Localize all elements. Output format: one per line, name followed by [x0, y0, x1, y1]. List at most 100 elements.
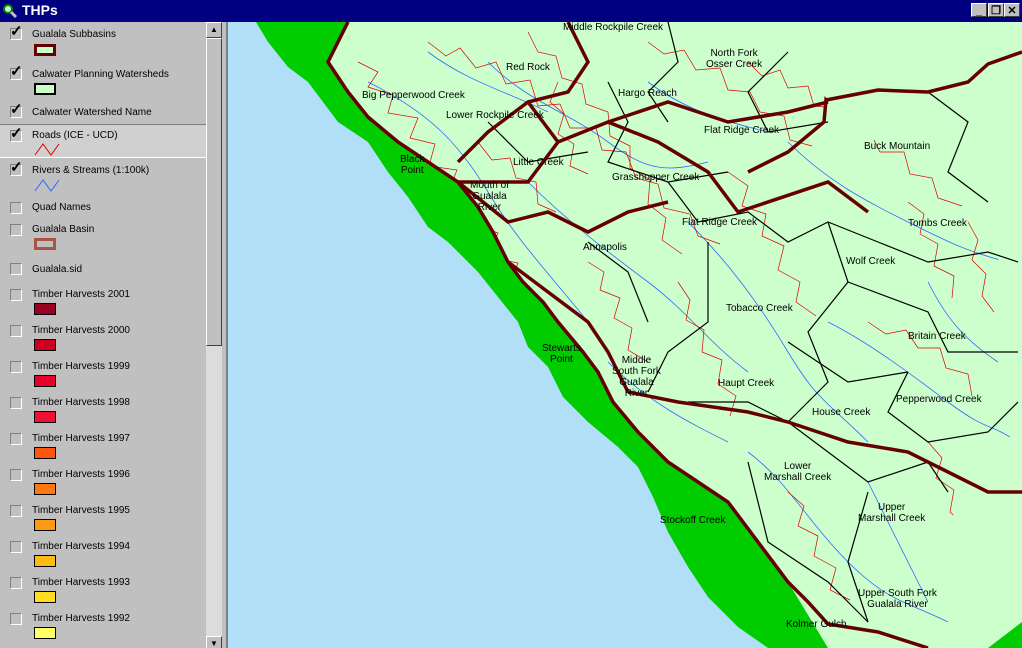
- map-label-middle-south-fork-gualala-river: Middle South Fork Gualala River: [612, 355, 661, 399]
- minimize-icon: _: [975, 5, 983, 17]
- scroll-thumb[interactable]: [206, 38, 222, 346]
- layer-name: Gualala Basin: [32, 224, 95, 235]
- harvest-color-swatch: [34, 303, 56, 315]
- map-label-big-pepperwood-creek: Big Pepperwood Creek: [362, 90, 465, 101]
- layer-checkbox[interactable]: ✓: [10, 160, 23, 176]
- map-label-house-creek: House Creek: [812, 407, 871, 418]
- map-label-haupt-creek: Haupt Creek: [718, 378, 775, 389]
- harvest-color-swatch: [34, 447, 56, 459]
- layer-name: Calwater Planning Watersheds: [32, 69, 169, 80]
- scroll-down-button[interactable]: ▼: [206, 636, 222, 648]
- harvest-color-swatch: [34, 627, 56, 639]
- layer-name: Timber Harvests 1996: [32, 469, 130, 480]
- magnifier-icon: [3, 4, 18, 19]
- layer-timber-harvests-1997[interactable]: Timber Harvests 1997: [0, 426, 206, 462]
- map-label-north-fork-osser-creek: North Fork Osser Creek: [706, 48, 763, 70]
- harvest-color-swatch: [34, 555, 56, 567]
- layer-rivers-streams[interactable]: ✓ Rivers & Streams (1:100k): [0, 158, 206, 196]
- map-label-stockoff-creek: Stockoff Creek: [660, 515, 726, 526]
- map-label-upper-marshall-creek: Upper Marshall Creek: [858, 502, 926, 524]
- harvest-color-swatch: [34, 375, 56, 387]
- layer-timber-harvests-1994[interactable]: Timber Harvests 1994: [0, 534, 206, 570]
- table-of-contents: ✓ Gualala Subbasins ✓ Calwater Planning …: [0, 22, 228, 648]
- layer-name: Gualala.sid: [32, 264, 83, 275]
- layer-checkbox[interactable]: [10, 263, 22, 275]
- checkmark-icon: ✓: [10, 23, 23, 40]
- arrow-up-icon: ▲: [210, 25, 218, 34]
- layer-name: Calwater Watershed Name: [32, 107, 152, 118]
- map-label-flat-ridge-creek-north: Flat Ridge Creek: [704, 125, 780, 136]
- layer-gualala-subbasins[interactable]: ✓ Gualala Subbasins: [0, 22, 206, 62]
- layer-checkbox[interactable]: ✓: [10, 64, 23, 80]
- layer-timber-harvests-1998[interactable]: Timber Harvests 1998: [0, 390, 206, 426]
- map-canvas[interactable]: [228, 22, 1022, 648]
- map-label-pepperwood-creek: Pepperwood Creek: [896, 394, 982, 405]
- layer-checkbox[interactable]: [10, 325, 22, 337]
- harvest-color-swatch: [34, 339, 56, 351]
- layer-checkbox[interactable]: [10, 577, 22, 589]
- layer-checkbox[interactable]: ✓: [10, 126, 23, 142]
- layer-timber-harvests-1992[interactable]: Timber Harvests 1992: [0, 606, 206, 646]
- layer-timber-harvests-1995[interactable]: Timber Harvests 1995: [0, 498, 206, 534]
- layer-name: Timber Harvests 1998: [32, 397, 130, 408]
- restore-icon: ❐: [991, 5, 1001, 17]
- harvest-color-swatch: [34, 411, 56, 423]
- map-label-grasshopper-creek: Grasshopper Creek: [612, 172, 700, 183]
- harvest-color-swatch: [34, 483, 56, 495]
- map-label-mouth-of-gualala-river: Mouth of Gualala River: [470, 180, 509, 213]
- map-label-stewarts-point: Stewarts Point: [542, 343, 581, 365]
- map-label-kolmer-gulch: Kolmer Gulch: [786, 619, 847, 630]
- map-label-lower-rockpile-creek: Lower Rockpile Creek: [446, 110, 544, 121]
- layer-checkbox[interactable]: [10, 224, 22, 236]
- layer-gualala-basin[interactable]: Gualala Basin: [0, 218, 206, 256]
- layer-checkbox[interactable]: [10, 397, 22, 409]
- layer-checkbox[interactable]: [10, 202, 22, 214]
- layer-checkbox[interactable]: [10, 361, 22, 373]
- layer-checkbox[interactable]: ✓: [10, 102, 23, 118]
- map-label-tobacco-creek: Tobacco Creek: [726, 303, 793, 314]
- layer-calwater-watershed-name[interactable]: ✓ Calwater Watershed Name: [0, 100, 206, 124]
- minimize-button[interactable]: _: [971, 3, 987, 17]
- layer-name: Rivers & Streams (1:100k): [32, 165, 150, 176]
- map-label-annapolis: Annapolis: [583, 242, 627, 253]
- close-icon: ✕: [1007, 5, 1017, 17]
- map-label-black-point: Black Point: [400, 154, 425, 176]
- map-view[interactable]: Middle Rockpile Creek North Fork Osser Cr…: [228, 22, 1022, 648]
- scroll-up-button[interactable]: ▲: [206, 22, 222, 38]
- checkmark-icon: ✓: [10, 125, 23, 142]
- layer-calwater-planning-watersheds[interactable]: ✓ Calwater Planning Watersheds: [0, 62, 206, 100]
- harvest-color-swatch: [34, 591, 56, 603]
- layer-timber-harvests-1996[interactable]: Timber Harvests 1996: [0, 462, 206, 498]
- layer-name: Timber Harvests 1997: [32, 433, 130, 444]
- layer-name: Timber Harvests 1994: [32, 541, 130, 552]
- layer-checkbox[interactable]: [10, 469, 22, 481]
- restore-button[interactable]: ❐: [988, 3, 1004, 17]
- layer-checkbox[interactable]: [10, 613, 22, 625]
- layer-name: Quad Names: [32, 202, 91, 213]
- close-button[interactable]: ✕: [1004, 3, 1020, 17]
- layer-name: Timber Harvests 1992: [32, 613, 130, 624]
- layer-roads[interactable]: ✓ Roads (ICE - UCD): [0, 124, 206, 158]
- layer-checkbox[interactable]: [10, 433, 22, 445]
- map-label-britain-creek: Britain Creek: [908, 331, 966, 342]
- map-label-lower-marshall-creek: Lower Marshall Creek: [764, 461, 832, 483]
- layer-checkbox[interactable]: ✓: [10, 24, 23, 40]
- layer-quad-names[interactable]: Quad Names: [0, 196, 206, 218]
- layer-name: Timber Harvests 1995: [32, 505, 130, 516]
- layer-checkbox[interactable]: [10, 505, 22, 517]
- layer-gualala-sid[interactable]: Gualala.sid: [0, 256, 206, 282]
- layer-timber-harvests-2000[interactable]: Timber Harvests 2000: [0, 318, 206, 354]
- layer-timber-harvests-1999[interactable]: Timber Harvests 1999: [0, 354, 206, 390]
- roads-line-icon: [34, 143, 60, 156]
- window-title: THPs: [22, 2, 58, 18]
- layer-name: Gualala Subbasins: [32, 29, 116, 40]
- layer-checkbox[interactable]: [10, 541, 22, 553]
- checkmark-icon: ✓: [10, 101, 23, 118]
- layer-timber-harvests-2001[interactable]: Timber Harvests 2001: [0, 282, 206, 318]
- layer-checkbox[interactable]: [10, 289, 22, 301]
- checkmark-icon: ✓: [10, 159, 23, 176]
- map-label-flat-ridge-creek-south: Flat Ridge Creek: [682, 217, 758, 228]
- layer-timber-harvests-1993[interactable]: Timber Harvests 1993: [0, 570, 206, 606]
- watershed-symbol: [34, 83, 56, 95]
- toc-scrollbar[interactable]: ▲ ▼: [206, 22, 222, 648]
